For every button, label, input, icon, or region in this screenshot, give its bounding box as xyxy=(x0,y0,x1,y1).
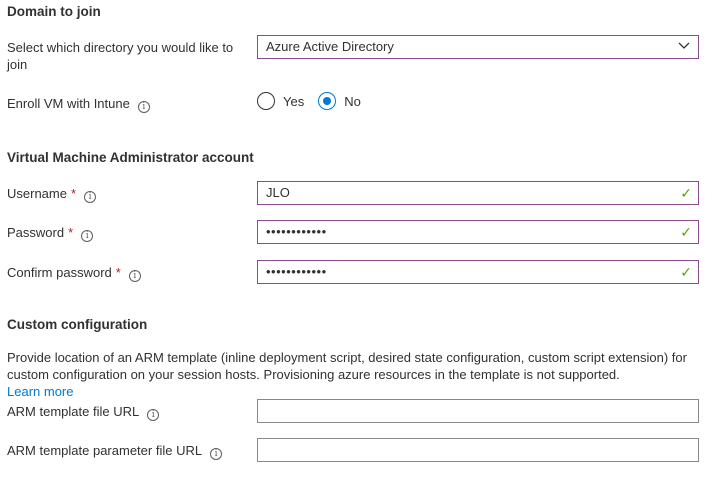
domain-section-title: Domain to join xyxy=(7,4,101,19)
password-label: Password * i xyxy=(7,224,94,242)
learn-more-link[interactable]: Learn more xyxy=(7,384,73,399)
intune-no-radio[interactable] xyxy=(318,92,337,110)
info-icon[interactable]: i xyxy=(210,448,223,460)
intune-label: Enroll VM with Intune i xyxy=(7,95,150,113)
admin-section-title: Virtual Machine Administrator account xyxy=(7,150,254,165)
check-icon: ✓ xyxy=(680,224,692,240)
confirm-password-label: Confirm password * i xyxy=(7,264,141,282)
info-icon[interactable]: i xyxy=(128,270,141,282)
intune-yes-radio[interactable] xyxy=(257,92,275,110)
directory-select[interactable]: Azure Active Directory xyxy=(257,35,699,59)
info-icon[interactable]: i xyxy=(84,191,97,203)
template-url-label: ARM template file URL i xyxy=(7,403,160,421)
info-icon[interactable]: i xyxy=(81,230,94,242)
directory-select-value: Azure Active Directory xyxy=(266,39,394,54)
username-label: Username * i xyxy=(7,185,97,203)
param-url-label: ARM template parameter file URL i xyxy=(7,442,223,460)
info-icon[interactable]: i xyxy=(147,409,160,421)
template-url-label-text: ARM template file URL xyxy=(7,404,140,419)
username-value: JLO xyxy=(266,185,290,200)
username-input[interactable]: JLO ✓ xyxy=(257,181,699,205)
chevron-down-icon xyxy=(678,42,690,49)
intune-label-text: Enroll VM with Intune xyxy=(7,96,130,111)
required-marker: * xyxy=(68,225,74,240)
param-url-input[interactable] xyxy=(257,438,699,462)
password-value: •••••••••••• xyxy=(266,224,327,239)
confirm-password-input[interactable]: •••••••••••• ✓ xyxy=(257,260,699,284)
directory-label: Select which directory you would like to… xyxy=(7,39,247,73)
confirm-password-label-text: Confirm password xyxy=(7,265,112,280)
username-label-text: Username xyxy=(7,186,67,201)
param-url-label-text: ARM template parameter file URL xyxy=(7,443,203,458)
confirm-password-value: •••••••••••• xyxy=(266,264,327,279)
info-icon[interactable]: i xyxy=(137,101,150,113)
password-input[interactable]: •••••••••••• ✓ xyxy=(257,220,699,244)
required-marker: * xyxy=(70,186,77,201)
required-marker: * xyxy=(115,265,121,280)
password-label-text: Password xyxy=(7,225,65,240)
custom-description: Provide location of an ARM template (inl… xyxy=(7,350,687,382)
intune-yes-label[interactable]: Yes xyxy=(283,94,304,109)
intune-radio-group: Yes No xyxy=(257,91,375,111)
template-url-input[interactable] xyxy=(257,399,699,423)
directory-label-text: Select which directory you would like to… xyxy=(7,40,234,72)
custom-section-title: Custom configuration xyxy=(7,317,148,332)
check-icon: ✓ xyxy=(680,264,692,280)
intune-no-label[interactable]: No xyxy=(344,94,361,109)
check-icon: ✓ xyxy=(680,185,692,201)
